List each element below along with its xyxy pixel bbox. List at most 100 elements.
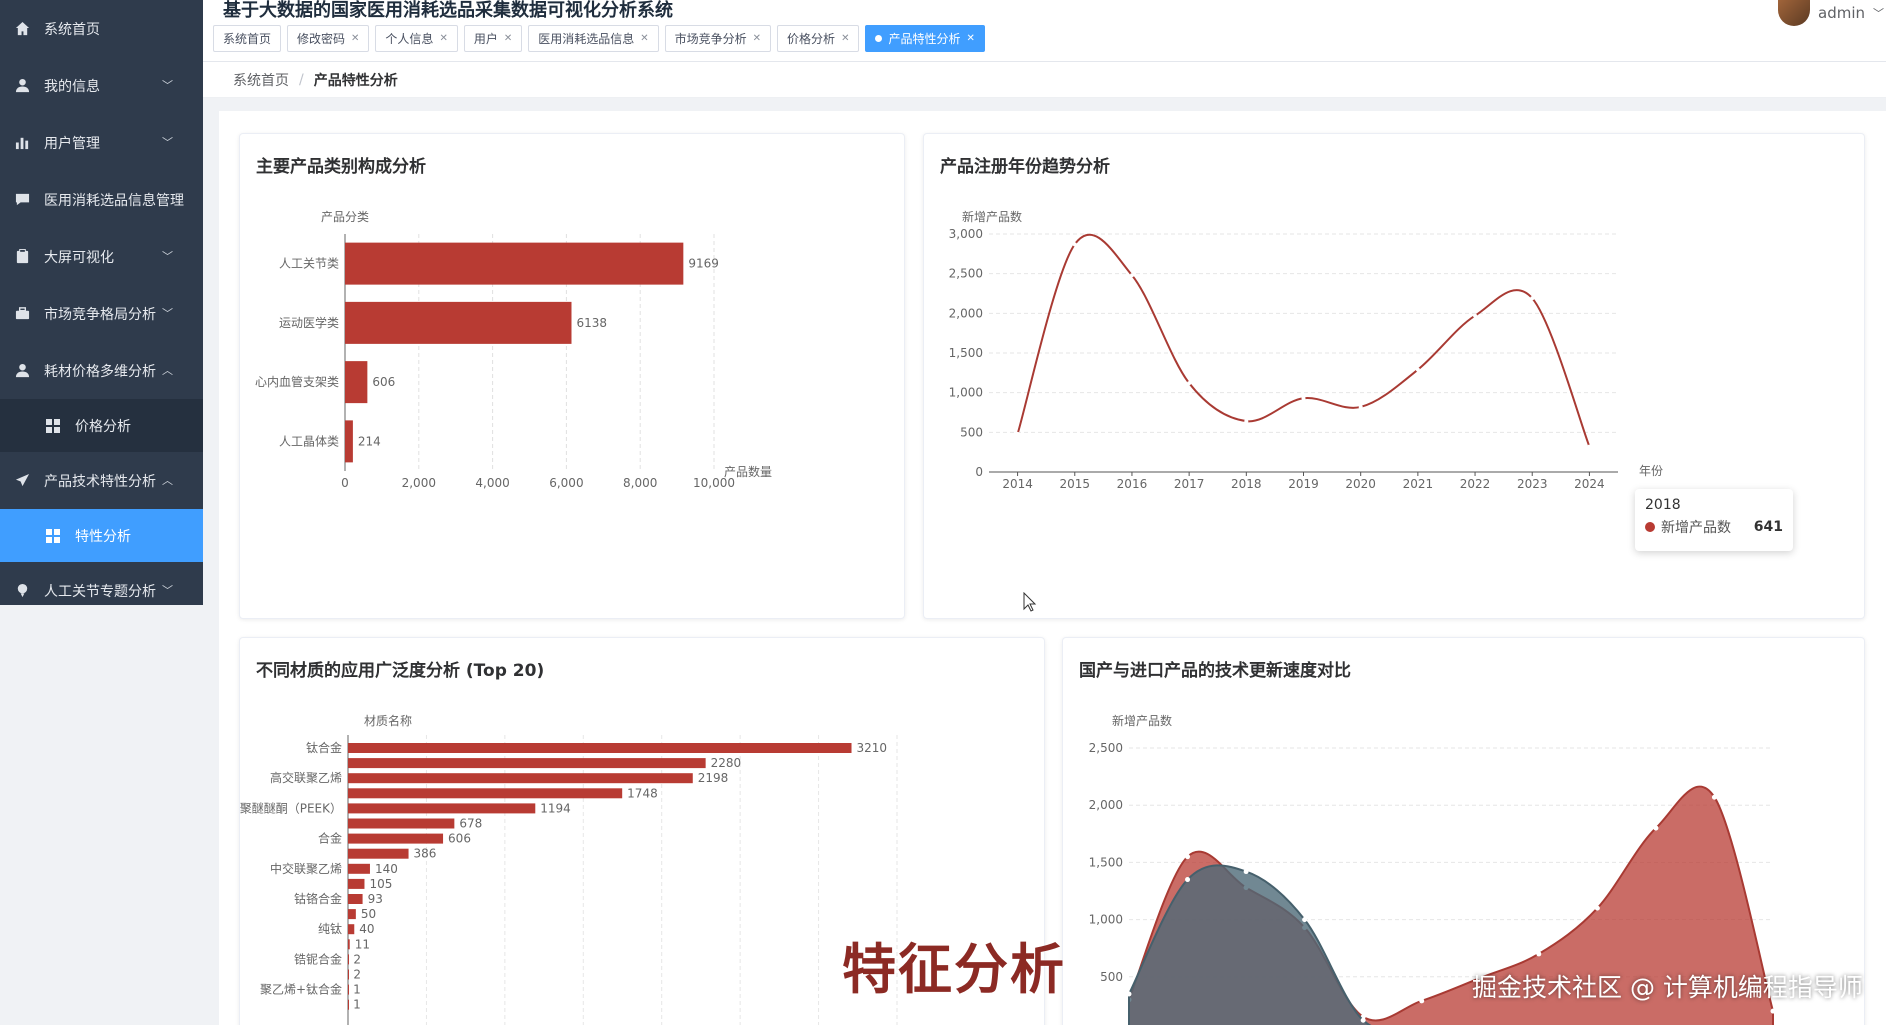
y-tick-label: 人工关节类 [279, 257, 339, 271]
sidebar-item-feature-analysis[interactable]: 特性分析 [0, 509, 203, 562]
data-label: 140 [375, 862, 398, 876]
x-tick-label: 4,000 [475, 476, 509, 490]
y-tick-label: 1,500 [949, 346, 983, 360]
sidebar-item-user-mgmt[interactable]: 用户管理 ﹀ [0, 114, 203, 171]
bar [348, 863, 370, 874]
y-axis-name: 产品分类 [321, 210, 369, 224]
y-tick-label: 1,000 [949, 386, 983, 400]
chart-title: 产品注册年份趋势分析 [940, 157, 1110, 177]
sidebar-item-product-info[interactable]: 医用消耗选品信息管理 [0, 171, 203, 228]
close-icon[interactable]: ✕ [351, 33, 359, 44]
data-point [1301, 396, 1306, 401]
chevron-down-icon[interactable]: ﹀ [1873, 5, 1884, 21]
user-menu[interactable]: admin ﹀ [1778, 0, 1884, 26]
sidebar-item-label: 价格分析 [75, 418, 131, 435]
bar [348, 758, 706, 769]
sidebar-item-label: 耗材价格多维分析 [44, 363, 156, 380]
data-label: 678 [459, 817, 482, 831]
clipboard-icon [14, 249, 30, 265]
close-icon[interactable]: ✕ [966, 33, 974, 44]
tab-product-feature[interactable]: 产品特性分析 ✕ [865, 25, 985, 52]
tab-price[interactable]: 价格分析 ✕ [777, 25, 860, 52]
sidebar-item-label: 医用消耗选品信息管理 [44, 192, 184, 209]
bar [348, 999, 349, 1010]
sidebar-item-label: 产品技术特性分析 [44, 473, 156, 490]
data-label: 386 [414, 847, 437, 861]
sidebar-item-tech[interactable]: 产品技术特性分析 ︿ [0, 452, 203, 509]
data-label: 93 [368, 892, 383, 906]
x-tick-label: 2017 [1174, 477, 1205, 491]
data-point [1072, 242, 1077, 247]
sidebar-item-label: 用户管理 [44, 135, 100, 152]
tab-label: 价格分析 [787, 32, 836, 46]
data-point [1244, 419, 1249, 424]
tab-home[interactable]: 系统首页 [213, 25, 282, 52]
tab-market[interactable]: 市场竞争分析 ✕ [664, 25, 772, 52]
data-point [1473, 313, 1478, 318]
y-tick-label: 人工晶体类 [279, 434, 339, 448]
y-tick-label: 心内血管支架类 [255, 374, 339, 389]
data-label: 2280 [711, 756, 742, 770]
tab-profile[interactable]: 个人信息 ✕ [375, 25, 458, 52]
chevron-up-icon: ︿ [162, 364, 173, 377]
data-label: 50 [361, 907, 376, 921]
data-label: 606 [372, 375, 395, 389]
tab-label: 修改密码 [297, 32, 346, 46]
close-icon[interactable]: ✕ [753, 33, 761, 44]
breadcrumb: 系统首页 / 产品特性分析 [203, 62, 1886, 98]
bar [348, 878, 365, 889]
avatar[interactable] [1778, 0, 1810, 26]
tab-user[interactable]: 用户 ✕ [463, 25, 523, 52]
data-point [1187, 381, 1192, 386]
breadcrumb-home[interactable]: 系统首页 [233, 70, 289, 90]
close-icon[interactable]: ✕ [439, 33, 447, 44]
x-tick-label: 2018 [1231, 477, 1262, 491]
user-icon [14, 78, 30, 94]
data-point [1360, 1017, 1366, 1023]
x-tick-label: 2016 [1117, 477, 1148, 491]
y-tick-label: 0 [975, 465, 983, 479]
data-label: 6138 [576, 316, 607, 330]
y-tick-label: 钛合金 [306, 740, 342, 755]
data-point [1653, 825, 1659, 831]
tab-product-info[interactable]: 医用消耗选品信息 ✕ [528, 25, 659, 52]
chevron-down-icon: ﹀ [162, 79, 173, 92]
y-tick-label: 合金 [318, 831, 342, 846]
sidebar-item-bigscreen[interactable]: 大屏可视化 ﹀ [0, 228, 203, 285]
chevron-down-icon: ﹀ [162, 250, 173, 263]
tooltip-label: 新增产品数 [1661, 520, 1731, 536]
user-name[interactable]: admin [1818, 4, 1865, 22]
sidebar-item-my-info[interactable]: 我的信息 ﹀ [0, 57, 203, 114]
chevron-down-icon: ﹀ [162, 136, 173, 149]
y-tick-label: 500 [1100, 970, 1123, 984]
sidebar-item-home[interactable]: 系统首页 [0, 0, 203, 57]
tab-label: 产品特性分析 [888, 32, 961, 46]
bar [348, 954, 349, 965]
overlay-caption: 特征分析 [842, 938, 1066, 1001]
x-tick-label: 2019 [1288, 477, 1319, 491]
bar [348, 743, 852, 753]
data-label: 9169 [688, 257, 719, 271]
bar [348, 984, 349, 995]
y-tick-label: 中交联聚乙烯 [270, 861, 342, 876]
data-point [1129, 273, 1134, 278]
chevron-up-icon: ︿ [162, 474, 173, 487]
close-icon[interactable]: ✕ [841, 33, 849, 44]
sidebar-item-price-analysis[interactable]: 价格分析 [0, 399, 203, 452]
briefcase-icon [14, 306, 30, 322]
x-tick-label: 2,000 [402, 476, 436, 490]
breadcrumb-current: 产品特性分析 [313, 72, 398, 89]
sidebar-item-price-multi[interactable]: 耗材价格多维分析 ︿ [0, 342, 203, 399]
tab-change-password[interactable]: 修改密码 ✕ [287, 25, 370, 52]
sidebar-item-market[interactable]: 市场竞争格局分析 ﹀ [0, 285, 203, 342]
chevron-down-icon: ﹀ [162, 584, 173, 597]
y-tick-label: 2,500 [1089, 741, 1123, 755]
close-icon[interactable]: ✕ [640, 33, 648, 44]
tab-label: 医用消耗选品信息 [538, 32, 635, 46]
close-icon[interactable]: ✕ [504, 33, 512, 44]
tab-label: 用户 [473, 32, 498, 46]
chart-title: 主要产品类别构成分析 [256, 157, 426, 177]
x-tick-label: 2015 [1059, 477, 1090, 491]
data-label: 3210 [857, 741, 888, 755]
sidebar-item-joint[interactable]: 人工关节专题分析 ﹀ [0, 562, 203, 619]
